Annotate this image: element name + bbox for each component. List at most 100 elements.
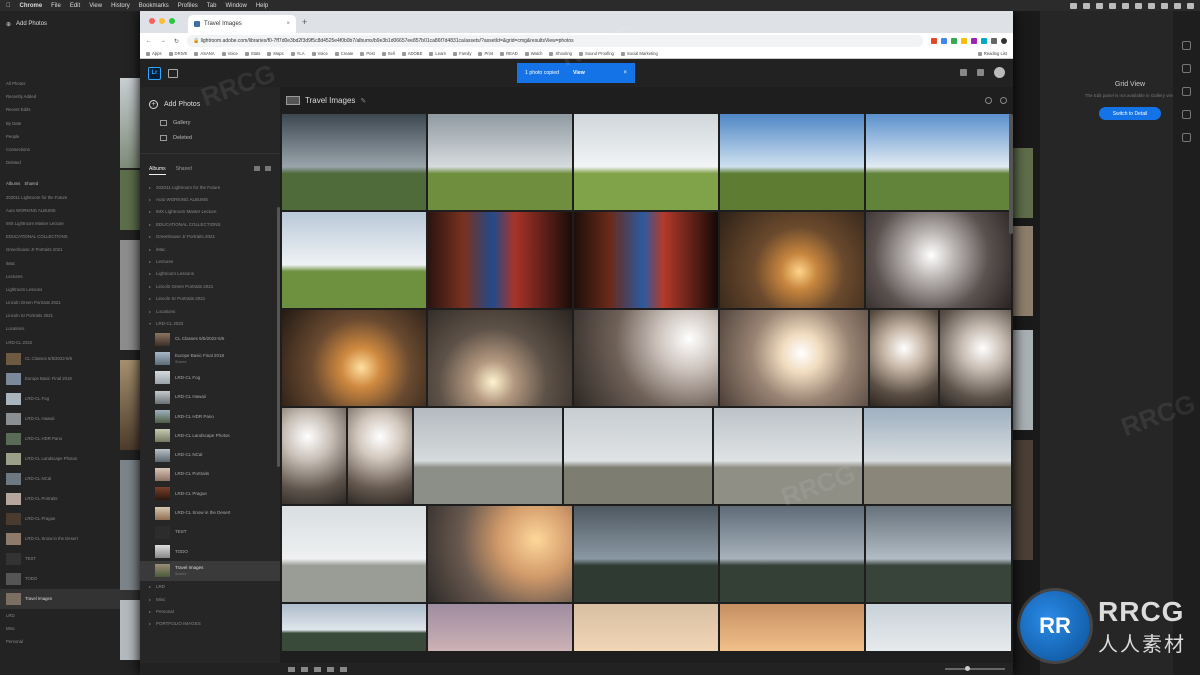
bookmark-item[interactable]: Learn xyxy=(429,51,446,56)
bookmark-item[interactable]: Voice xyxy=(311,51,328,56)
subalbum-item[interactable]: LRD-CL Snow in the Desert xyxy=(140,503,280,522)
background-subalbum[interactable]: LRD-CL Hawaii xyxy=(0,409,140,429)
new-tab-icon[interactable]: + xyxy=(302,17,307,27)
background-subalbum[interactable]: Europe Basic Final 2018 xyxy=(0,369,140,389)
minimize-window-icon[interactable] xyxy=(159,18,165,24)
background-subalbum[interactable]: LRD-CL Portraits xyxy=(0,489,140,509)
subalbum-item[interactable]: TODO xyxy=(140,542,280,561)
background-album[interactable]: Locations xyxy=(0,322,140,335)
edit-icon[interactable] xyxy=(1182,41,1191,50)
extension-icon[interactable] xyxy=(991,38,997,44)
thumbnail-size-slider[interactable] xyxy=(945,666,1005,671)
menu-app-name[interactable]: Chrome xyxy=(20,3,43,9)
status-icon[interactable] xyxy=(1109,2,1116,9)
background-row[interactable]: Recent Edits xyxy=(0,103,140,116)
bookmark-item[interactable]: ASANA xyxy=(194,51,215,56)
album-item[interactable]: ▸ 202011 Lightroom for the Future xyxy=(140,181,280,193)
forward-icon[interactable]: → xyxy=(160,38,166,44)
filmstrip-icon[interactable] xyxy=(327,666,334,672)
album-item[interactable]: ▸ Misc xyxy=(140,593,280,605)
extension-icon[interactable] xyxy=(971,38,977,44)
bookmark-item[interactable]: Voice xyxy=(221,51,238,56)
subalbum-item[interactable]: LRD-CL NCal xyxy=(140,445,280,464)
background-row[interactable]: Deleted xyxy=(0,156,140,169)
album-item[interactable]: ▸ EDUCATIONAL COLLECTIONS xyxy=(140,218,280,230)
album-item[interactable]: ▸ iMac xyxy=(140,243,280,255)
photo-thumbnail[interactable] xyxy=(282,212,426,308)
background-album[interactable]: LRD xyxy=(0,609,140,622)
status-icon[interactable] xyxy=(1096,2,1103,9)
gradient-icon[interactable] xyxy=(1182,133,1191,142)
back-icon[interactable]: ← xyxy=(146,38,152,44)
heal-icon[interactable] xyxy=(1182,87,1191,96)
photo-thumbnail[interactable] xyxy=(870,310,938,406)
grid-scrollbar[interactable] xyxy=(1009,114,1013,234)
background-row[interactable]: Connections xyxy=(0,143,140,156)
background-subalbum[interactable]: TODO xyxy=(0,569,140,589)
background-subalbum[interactable]: CL Classes 5/5/2022-5/6 xyxy=(0,349,140,369)
photo-thumbnail[interactable] xyxy=(866,212,1011,308)
extension-icon[interactable] xyxy=(961,38,967,44)
background-subalbum[interactable]: LRD-CL HDR Pano xyxy=(0,429,140,449)
photo-thumbnail[interactable] xyxy=(428,604,572,651)
background-subalbum-selected[interactable]: Travel Images xyxy=(0,588,140,609)
photo-thumbnail[interactable] xyxy=(866,114,1011,210)
background-album[interactable]: EDUCATIONAL COLLECTIONS xyxy=(0,230,140,243)
background-subalbum[interactable]: LRD-CL Fog xyxy=(0,389,140,409)
photo-thumbnail[interactable] xyxy=(574,310,718,406)
album-item[interactable]: ▸ IMX Lightroom Master Lecture xyxy=(140,206,280,218)
square-grid-icon[interactable] xyxy=(301,666,308,672)
background-album[interactable]: Lincoln Sr Portraits 2021 xyxy=(0,309,140,322)
status-icon[interactable] xyxy=(1083,2,1090,9)
wifi-icon[interactable] xyxy=(1148,2,1155,9)
subalbum-item[interactable]: LRD-CL HDR Pano xyxy=(140,407,280,426)
bookmark-item[interactable]: Create xyxy=(334,51,353,56)
bookmark-item[interactable]: READ xyxy=(500,51,518,56)
album-item[interactable]: ▸ Lightroom Lessons xyxy=(140,268,280,280)
photo-thumbnail[interactable] xyxy=(282,114,426,210)
bookmark-item[interactable]: Sell xyxy=(381,51,395,56)
menu-bookmarks[interactable]: Bookmarks xyxy=(139,3,169,9)
close-tab-icon[interactable]: × xyxy=(286,21,290,27)
photo-thumbnail[interactable] xyxy=(866,604,1011,651)
album-item[interactable]: ▸ Greenhouse Jr Portraits 2021 xyxy=(140,231,280,243)
add-album-icon[interactable] xyxy=(254,166,260,171)
background-subalbum[interactable]: LRD-CL Landscape Photos xyxy=(0,449,140,469)
album-item[interactable]: ▸ Personal xyxy=(140,605,280,617)
extension-icon[interactable] xyxy=(951,38,957,44)
background-row[interactable]: Recently Added xyxy=(0,90,140,103)
tab-albums[interactable]: Albums xyxy=(149,166,166,175)
brush-icon[interactable] xyxy=(1182,110,1191,119)
photo-thumbnail[interactable] xyxy=(720,604,864,651)
album-item[interactable]: ▸ LRD xyxy=(140,581,280,593)
tab-shared[interactable]: Shared xyxy=(176,166,192,175)
photo-thumbnail[interactable] xyxy=(428,114,572,210)
bookmark-item[interactable]: Print xyxy=(478,51,493,56)
url-input[interactable]: 🔒 lightroom.adobe.com/libraries/f0-7ff7d… xyxy=(187,35,923,47)
reading-list[interactable]: Reading List xyxy=(977,51,1007,56)
photo-thumbnail[interactable] xyxy=(282,310,426,406)
bookmark-item[interactable]: YLA xyxy=(290,51,305,56)
menu-tab[interactable]: Tab xyxy=(207,3,217,9)
photo-thumbnail[interactable] xyxy=(720,114,864,210)
background-row[interactable]: All Photos xyxy=(0,77,140,90)
nav-gallery[interactable]: Gallery xyxy=(140,115,280,130)
reload-icon[interactable]: ↻ xyxy=(174,38,179,45)
cloud-icon[interactable] xyxy=(977,69,984,76)
subalbum-item[interactable]: LRD-CL Prague xyxy=(140,484,280,503)
menu-view[interactable]: View xyxy=(89,3,102,9)
album-item-expanded[interactable]: ▾ LRD-CL 2022 xyxy=(140,317,280,329)
crop-icon[interactable] xyxy=(1182,64,1191,73)
menu-file[interactable]: File xyxy=(51,3,61,9)
photo-thumbnail[interactable] xyxy=(282,604,426,651)
subalbum-item[interactable]: LRD-CL Portraits xyxy=(140,465,280,484)
background-album[interactable]: Lightroom Lessons xyxy=(0,283,140,296)
album-item[interactable]: ▸ Lincoln Sr Portraits 2021 xyxy=(140,293,280,305)
photo-thumbnail[interactable] xyxy=(866,506,1011,602)
bookmark-item[interactable]: ADOBE xyxy=(401,51,422,56)
profile-avatar[interactable] xyxy=(1001,38,1007,44)
photo-thumbnail[interactable] xyxy=(574,114,718,210)
subalbum-item[interactable]: LRD-CL Hawaii xyxy=(140,388,280,407)
subalbum-item[interactable]: LRD-CL Fog xyxy=(140,368,280,387)
album-item[interactable]: ▸ Lincoln Green Portraits 2021 xyxy=(140,280,280,292)
